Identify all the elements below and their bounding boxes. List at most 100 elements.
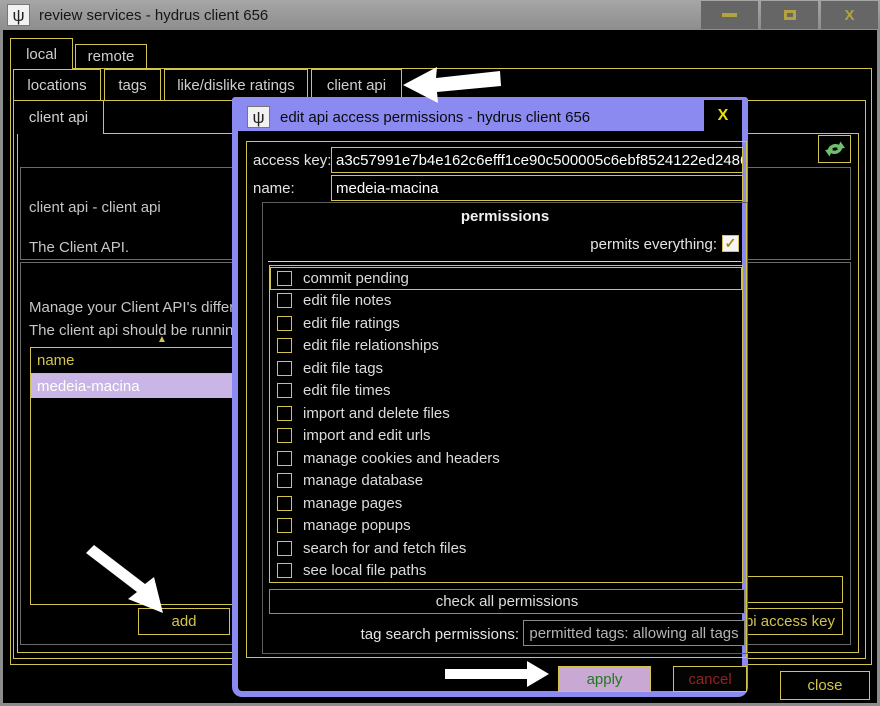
permission-label: edit file relationships [303, 337, 439, 354]
tab-local[interactable]: local [10, 38, 73, 69]
permission-checkbox[interactable] [277, 383, 292, 398]
tab-locations-label: locations [27, 77, 86, 94]
permission-checkbox[interactable] [277, 473, 292, 488]
access-key-button-label: pi access key [745, 613, 835, 630]
permission-label: manage popups [303, 517, 411, 534]
permits-everything-label: permits everything: [590, 236, 717, 253]
permission-checkbox[interactable] [277, 496, 292, 511]
close-button[interactable]: close [780, 671, 870, 700]
tag-search-permissions-button[interactable]: permitted tags: allowing all tags [523, 620, 745, 646]
permission-checkbox[interactable] [277, 563, 292, 578]
access-key-label: access key: [253, 152, 331, 169]
minimize-button[interactable] [701, 1, 758, 29]
permits-everything-checkbox[interactable]: ✓ [722, 235, 739, 252]
permission-item[interactable]: edit file times [270, 380, 742, 403]
cancel-button-label: cancel [688, 671, 731, 688]
apply-button-label: apply [587, 671, 623, 688]
edit-api-permissions-dialog: ψ edit api access permissions - hydrus c… [232, 97, 748, 697]
permission-item[interactable]: edit file notes [270, 290, 742, 313]
permission-item[interactable]: edit file tags [270, 357, 742, 380]
psi-glyph: ψ [12, 7, 24, 24]
window-titlebar[interactable]: ψ review services - hydrus client 656 X [0, 0, 880, 30]
permission-checkbox[interactable] [277, 293, 292, 308]
checkmark-icon: ✓ [725, 235, 737, 252]
permission-item[interactable]: manage pages [270, 492, 742, 515]
tab-locations[interactable]: locations [13, 69, 101, 101]
permission-item[interactable]: import and edit urls [270, 425, 742, 448]
permission-item[interactable]: manage cookies and headers [270, 447, 742, 470]
close-icon: X [844, 7, 854, 24]
tab-client-api-service[interactable]: client api [13, 100, 104, 134]
permission-label: manage database [303, 472, 423, 489]
hydrus-app-icon-dialog: ψ [247, 106, 270, 128]
permission-label: import and delete files [303, 405, 450, 422]
permission-checkbox[interactable] [277, 316, 292, 331]
permission-item[interactable]: see local file paths [270, 560, 742, 583]
add-button-label: add [171, 613, 196, 630]
permission-label: search for and fetch files [303, 540, 466, 557]
close-button-label: close [807, 677, 842, 694]
permission-label: edit file notes [303, 292, 391, 309]
maximize-icon [784, 10, 796, 20]
dialog-titlebar[interactable]: ψ edit api access permissions - hydrus c… [238, 103, 742, 131]
permission-checkbox[interactable] [277, 271, 292, 286]
service-description-text: The Client API. [29, 239, 129, 256]
maximize-button[interactable] [761, 1, 818, 29]
access-key-value: a3c57991e7b4e162c6efff1ce90c500005c6ebf8… [336, 152, 743, 169]
permission-checkbox[interactable] [277, 338, 292, 353]
window-controls: X [701, 1, 880, 29]
permission-checkbox[interactable] [277, 451, 292, 466]
permission-item[interactable]: edit file ratings [270, 312, 742, 335]
tag-search-value: permitted tags: allowing all tags [529, 625, 738, 642]
tab-client-api-label: client api [327, 77, 386, 94]
table-header-label: name [37, 352, 75, 369]
permission-label: edit file times [303, 382, 391, 399]
service-name-text: client api - client api [29, 199, 161, 216]
permission-item[interactable]: edit file relationships [270, 335, 742, 358]
permissions-title: permissions [263, 208, 747, 225]
permissions-list[interactable]: commit pending edit file notes edit file… [269, 265, 743, 583]
tab-remote-label: remote [88, 48, 135, 65]
dialog-close-button[interactable]: X [704, 100, 742, 131]
permission-checkbox[interactable] [277, 518, 292, 533]
check-all-label: check all permissions [436, 593, 579, 610]
permission-item[interactable]: manage database [270, 470, 742, 493]
tab-tags-label: tags [118, 77, 146, 94]
permission-checkbox[interactable] [277, 541, 292, 556]
close-window-button[interactable]: X [821, 1, 878, 29]
refresh-icon [822, 138, 848, 160]
window-title: review services - hydrus client 656 [39, 7, 268, 24]
dialog-close-icon: X [718, 107, 729, 125]
access-key-field[interactable]: a3c57991e7b4e162c6efff1ce90c500005c6ebf8… [331, 147, 743, 173]
tab-remote[interactable]: remote [75, 44, 147, 69]
permission-checkbox[interactable] [277, 361, 292, 376]
tab-tags[interactable]: tags [104, 69, 161, 101]
permission-item[interactable]: commit pending [270, 267, 742, 290]
separator-line [268, 261, 741, 262]
permission-item[interactable]: search for and fetch files [270, 537, 742, 560]
permission-label: import and edit urls [303, 427, 431, 444]
permission-label: edit file ratings [303, 315, 400, 332]
sort-ascending-icon: ▲ [157, 334, 167, 345]
permission-label: manage pages [303, 495, 402, 512]
add-button[interactable]: add [138, 608, 230, 635]
name-field[interactable]: medeia-macina [331, 175, 743, 201]
apply-button[interactable]: apply [558, 666, 651, 692]
permission-item[interactable]: import and delete files [270, 402, 742, 425]
tab-like-dislike-label: like/dislike ratings [177, 77, 295, 94]
permission-label: edit file tags [303, 360, 383, 377]
review-services-window: { "icons": { "psi": "ψ", "sort_asc": "▲"… [0, 0, 880, 706]
check-all-permissions-button[interactable]: check all permissions [269, 589, 745, 614]
refresh-button[interactable] [818, 135, 851, 163]
permission-label: see local file paths [303, 562, 426, 579]
tab-client-api-service-label: client api [29, 109, 88, 126]
permission-checkbox[interactable] [277, 406, 292, 421]
cancel-button[interactable]: cancel [673, 666, 747, 692]
permission-item[interactable]: manage popups [270, 515, 742, 538]
permissions-groupbox: permissions permits everything: ✓ commit… [262, 202, 748, 654]
permission-label: commit pending [303, 270, 409, 287]
dialog-title: edit api access permissions - hydrus cli… [280, 109, 590, 126]
permission-checkbox[interactable] [277, 428, 292, 443]
name-value: medeia-macina [336, 180, 439, 197]
psi-glyph: ψ [252, 109, 264, 126]
